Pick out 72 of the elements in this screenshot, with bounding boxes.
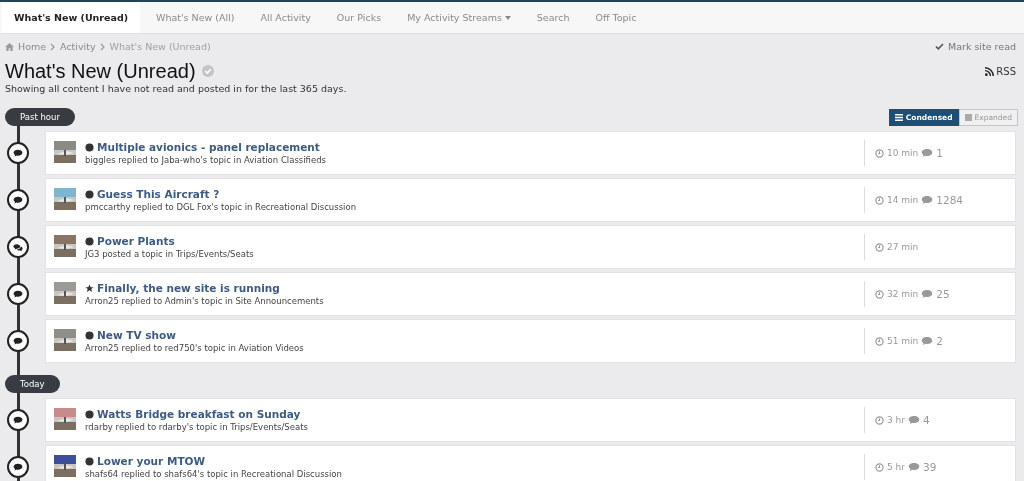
nav-tab[interactable]: What's New (All) — [144, 2, 247, 33]
chevron-icon — [50, 42, 57, 51]
breadcrumb-link[interactable]: Activity — [60, 41, 96, 52]
nav-tab[interactable]: My Activity Streams — [395, 2, 523, 33]
comment-icon — [13, 463, 23, 471]
activity-meta: biggles replied to Jaba-who's topic in Aviation Classifieds — [85, 155, 328, 165]
page-description: Showing all content I have not read and posted in for the last 365 days. — [5, 83, 348, 94]
rss-icon — [985, 66, 995, 76]
speech-bubble-icon — [921, 289, 934, 299]
reply-count: 4 — [923, 414, 930, 426]
time-ago: 51 min — [887, 336, 919, 346]
timeline-label: Past hour — [5, 108, 75, 126]
time-ago: 14 min — [887, 195, 919, 205]
nav-tab[interactable]: All Activity — [248, 2, 323, 33]
time-ago: 5 hr — [887, 462, 905, 472]
clock-icon — [875, 242, 884, 252]
topic-link[interactable]: Multiple avionics - panel replacement — [85, 141, 864, 153]
nav-tab[interactable]: Search — [524, 2, 582, 33]
clock-icon — [875, 148, 884, 158]
comment-icon — [13, 149, 23, 157]
reply-count: 39 — [923, 461, 937, 473]
clock-icon — [875, 462, 884, 472]
time-ago: 3 hr — [887, 415, 905, 425]
mark-read-link[interactable]: Mark site read — [934, 41, 1016, 52]
nav-tab[interactable]: Our Picks — [324, 2, 394, 33]
comment-icon — [13, 290, 23, 298]
caret-icon — [504, 15, 511, 20]
chevron-icon — [99, 42, 106, 51]
comment-icon — [13, 196, 23, 204]
topic-link[interactable]: Watts Bridge breakfast on Sunday — [85, 408, 864, 420]
activity-meta: JG3 posted a topic in Trips/Events/Seats — [85, 249, 255, 259]
reply-count: 1284 — [936, 194, 964, 206]
list-icon — [894, 113, 903, 121]
topic-link[interactable]: Guess This Aircraft ? — [85, 188, 864, 200]
time-ago: 32 min — [887, 289, 919, 299]
comment-icon — [13, 416, 23, 424]
activity-meta: rdarby replied to rdarby's topic in Trips/Events/Seats — [85, 422, 309, 432]
topic-link[interactable]: Finally, the new site is running — [85, 282, 864, 294]
clock-icon — [875, 289, 884, 299]
clock-icon — [875, 336, 884, 346]
clock-icon — [875, 195, 884, 205]
comment-icon — [13, 337, 23, 345]
reply-count: 2 — [936, 335, 943, 347]
page-title: What's New (Unread) — [5, 59, 196, 83]
timeline-label: Today — [5, 375, 60, 393]
home-icon — [5, 42, 14, 51]
breadcrumb-link[interactable]: What's New (Unread) — [109, 41, 211, 52]
rss-link[interactable]: RSS — [985, 65, 1016, 77]
speech-bubble-icon — [908, 462, 920, 472]
breadcrumb-link[interactable]: Home — [18, 41, 47, 52]
topic-link[interactable]: Power Plants — [85, 235, 864, 247]
speech-bubble-icon — [921, 336, 934, 346]
time-ago: 27 min — [887, 242, 919, 252]
square-icon — [964, 113, 972, 121]
time-ago: 10 min — [887, 148, 919, 158]
clock-icon — [875, 415, 884, 425]
topic-link[interactable]: New TV show — [85, 329, 864, 341]
speech-bubble-icon — [921, 148, 934, 158]
speech-bubble-icon — [908, 415, 920, 425]
activity-meta: Arron25 replied to red750's topic in Aviation Videos — [85, 343, 305, 353]
speech-bubble-icon — [921, 195, 934, 205]
nav-tab[interactable]: What's New (Unread) — [2, 2, 141, 33]
comments-icon — [13, 242, 23, 252]
nav-tab[interactable]: Off Topic — [583, 2, 649, 33]
activity-meta: shafs64 replied to shafs64's topic in Recreational Discussion — [85, 469, 343, 479]
activity-meta: Arron25 replied to Admin's topic in Site Announcements — [85, 296, 325, 306]
reply-count: 25 — [936, 288, 950, 300]
activity-meta: pmccarthy replied to DGL Fox's topic in Recreational Discussion — [85, 202, 358, 212]
check-circle-icon[interactable] — [201, 65, 214, 77]
topic-link[interactable]: Lower your MTOW — [85, 455, 864, 467]
check-icon — [934, 43, 944, 50]
reply-count: 1 — [936, 147, 943, 159]
